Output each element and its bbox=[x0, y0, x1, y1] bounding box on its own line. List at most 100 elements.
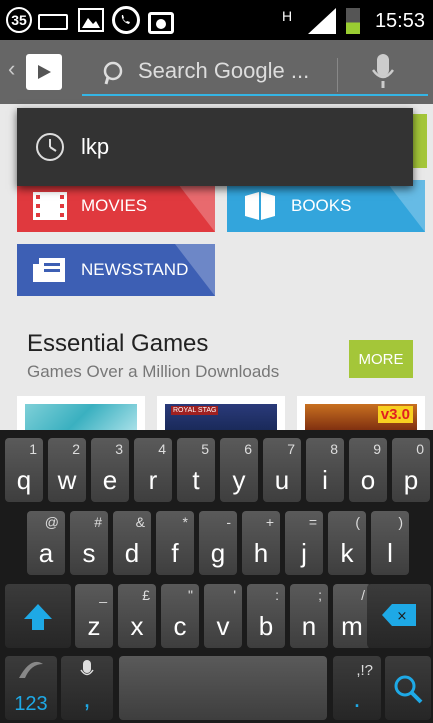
section-title: Essential Games bbox=[27, 330, 209, 357]
key-r[interactable]: 4r bbox=[134, 438, 172, 502]
period-label: . bbox=[353, 683, 361, 713]
key-secondary-label: 7 bbox=[287, 441, 295, 457]
battery-icon bbox=[346, 8, 360, 34]
key-secondary-label: = bbox=[308, 514, 317, 530]
space-key[interactable] bbox=[119, 656, 327, 720]
key-primary-label: c bbox=[173, 611, 187, 641]
key-secondary-label: # bbox=[94, 514, 102, 530]
key-primary-label: y bbox=[232, 465, 246, 495]
tile-fold bbox=[385, 180, 425, 232]
key-primary-label: a bbox=[38, 538, 54, 568]
key-secondary-label: 4 bbox=[158, 441, 166, 457]
history-clock-icon bbox=[36, 133, 64, 161]
key-primary-label: q bbox=[16, 465, 32, 495]
key-primary-label: k bbox=[340, 538, 354, 568]
key-secondary-label: 0 bbox=[416, 441, 424, 457]
shift-key[interactable] bbox=[5, 584, 71, 648]
svg-text:×: × bbox=[397, 609, 408, 624]
key-p[interactable]: 0p bbox=[392, 438, 430, 502]
game-thumbnail[interactable] bbox=[17, 396, 145, 430]
key-primary-label: h bbox=[253, 538, 269, 568]
key-primary-label: i bbox=[322, 465, 328, 495]
key-c[interactable]: " c bbox=[161, 584, 199, 648]
book-icon bbox=[245, 192, 275, 220]
key-primary-label: u bbox=[274, 465, 290, 495]
key-primary-label: e bbox=[102, 465, 118, 495]
key-j[interactable]: = j bbox=[285, 511, 323, 575]
swiftkey-logo-icon bbox=[19, 661, 43, 678]
key-primary-label: d bbox=[124, 538, 140, 568]
game-thumbnail[interactable]: ROYAL STAG bbox=[157, 396, 285, 430]
key-a[interactable]: @ a bbox=[27, 511, 65, 575]
notification-count-badge: 35 bbox=[6, 7, 32, 33]
key-secondary-label: + bbox=[265, 514, 274, 530]
key-q[interactable]: 1q bbox=[5, 438, 43, 502]
key-primary-label: o bbox=[360, 465, 376, 495]
key-b[interactable]: :b bbox=[247, 584, 285, 648]
status-clock: 15:53 bbox=[374, 10, 425, 32]
back-chevron-icon[interactable]: ‹ bbox=[8, 56, 15, 82]
symbols-key[interactable]: 123 bbox=[5, 656, 57, 720]
key-primary-label: t bbox=[192, 465, 200, 495]
key-secondary-label: 3 bbox=[115, 441, 123, 457]
key-d[interactable]: & d bbox=[113, 511, 151, 575]
key-primary-label: r bbox=[148, 465, 158, 495]
key-secondary-label: " bbox=[188, 587, 193, 603]
key-secondary-label: 1 bbox=[29, 441, 37, 457]
delete-key[interactable]: × bbox=[367, 584, 431, 648]
newsstand-tile[interactable]: NEWSSTAND bbox=[17, 244, 215, 296]
mic-divider bbox=[337, 58, 338, 92]
newspaper-icon bbox=[33, 258, 65, 282]
gallery-icon bbox=[78, 8, 104, 32]
key-z[interactable]: _ z bbox=[75, 584, 113, 648]
section-subtitle: Games Over a Million Downloads bbox=[27, 362, 280, 381]
key-x[interactable]: £ x bbox=[118, 584, 156, 648]
key-primary-label: x bbox=[130, 611, 144, 641]
search-go-key[interactable] bbox=[385, 656, 431, 720]
key-e[interactable]: 3e bbox=[91, 438, 129, 502]
comma-key[interactable]: , bbox=[61, 656, 113, 720]
key-secondary-label: 2 bbox=[72, 441, 80, 457]
key-secondary-label: @ bbox=[44, 514, 59, 530]
search-field[interactable]: Search Google ... bbox=[82, 48, 428, 96]
search-suggestion-item[interactable]: lkp bbox=[17, 108, 413, 186]
key-secondary-label: 5 bbox=[201, 441, 209, 457]
key-m[interactable]: / m bbox=[333, 584, 371, 648]
key-y[interactable]: 6y bbox=[220, 438, 258, 502]
play-store-icon[interactable] bbox=[26, 54, 62, 90]
game-thumbnail[interactable]: v3.0 bbox=[297, 396, 425, 430]
key-primary-label: f bbox=[171, 538, 179, 568]
more-button[interactable]: MORE bbox=[349, 340, 413, 378]
hidden-tile-edge bbox=[413, 114, 427, 168]
key-s[interactable]: # s bbox=[70, 511, 108, 575]
movies-tile[interactable]: MOVIES bbox=[17, 180, 215, 232]
key-u[interactable]: 7u bbox=[263, 438, 301, 502]
key-primary-label: j bbox=[301, 538, 307, 568]
key-primary-label: s bbox=[82, 538, 96, 568]
game-badge-label: ROYAL STAG bbox=[171, 406, 219, 415]
key-v[interactable]: ' v bbox=[204, 584, 242, 648]
key-i[interactable]: 8i bbox=[306, 438, 344, 502]
key-secondary-label: & bbox=[135, 514, 145, 530]
tile-fold bbox=[175, 180, 215, 232]
backspace-icon: × bbox=[382, 604, 416, 626]
key-secondary-label: * bbox=[182, 514, 188, 530]
books-tile[interactable]: BOOKS bbox=[227, 180, 425, 232]
key-secondary-label: 8 bbox=[330, 441, 338, 457]
key-o[interactable]: 9o bbox=[349, 438, 387, 502]
key-f[interactable]: * f bbox=[156, 511, 194, 575]
key-l[interactable]: ) l bbox=[371, 511, 409, 575]
mic-icon[interactable] bbox=[372, 54, 394, 90]
punctuation-label: ,!? bbox=[356, 662, 373, 679]
key-h[interactable]: + h bbox=[242, 511, 280, 575]
key-secondary-label: : bbox=[275, 587, 279, 603]
key-secondary-label: 9 bbox=[373, 441, 381, 457]
soft-keyboard: 1q2w3e4r5t6y7u8i9o0p @ a # s & d * f - g + h = j(k) l … bbox=[0, 430, 433, 723]
period-key[interactable]: ,!? . bbox=[333, 656, 381, 720]
key-g[interactable]: -g bbox=[199, 511, 237, 575]
key-t[interactable]: 5t bbox=[177, 438, 215, 502]
key-w[interactable]: 2w bbox=[48, 438, 86, 502]
suggestion-text: lkp bbox=[81, 134, 110, 159]
key-k[interactable]: (k bbox=[328, 511, 366, 575]
key-n[interactable]: ; n bbox=[290, 584, 328, 648]
